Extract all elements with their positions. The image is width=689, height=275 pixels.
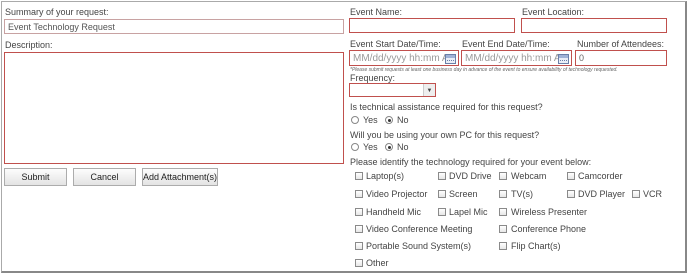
tech-assist-yes-radio[interactable] [351,116,359,124]
own-pc-question: Will you be using your own PC for this r… [350,130,540,140]
checkbox-flip-charts[interactable] [499,242,507,250]
checkbox-video-conference[interactable] [355,225,363,233]
submit-button[interactable]: Submit [4,168,67,186]
checkbox-conference-phone[interactable] [499,225,507,233]
tech-assist-yes-label: Yes [363,115,378,125]
own-pc-yes-radio[interactable] [351,143,359,151]
checkbox-tvs[interactable] [499,190,507,198]
start-datetime-label: Event Start Date/Time: [350,39,441,49]
frequency-label: Frequency: [350,73,396,83]
description-textarea[interactable] [4,52,344,164]
frequency-select[interactable]: ▼ [349,83,436,97]
technology-prompt: Please identify the technology required … [350,157,592,167]
checkbox-other[interactable] [355,259,363,267]
checkbox-webcam[interactable] [499,172,507,180]
start-datetime-input[interactable]: MM/dd/yyyy hh:mm A [349,50,459,66]
cancel-button[interactable]: Cancel [73,168,136,186]
own-pc-yes-label: Yes [363,142,378,152]
checkbox-label: Lapel Mic [449,207,488,217]
checkbox-label: Other [366,258,389,268]
end-datetime-input[interactable]: MM/dd/yyyy hh:mm AM [461,50,572,66]
end-datetime-placeholder: MM/dd/yyyy hh:mm AM [465,53,569,64]
checkbox-label: Flip Chart(s) [511,241,561,251]
checkbox-dvd-player[interactable] [567,190,575,198]
checkbox-video-projector[interactable] [355,190,363,198]
description-label: Description: [5,40,53,50]
checkbox-label: Video Conference Meeting [366,224,473,234]
checkbox-laptops[interactable] [355,172,363,180]
checkbox-vcr[interactable] [632,190,640,198]
attendees-input[interactable]: 0 [575,50,667,66]
checkbox-dvd-drive[interactable] [438,172,446,180]
calendar-icon[interactable] [445,54,456,64]
checkbox-label: Conference Phone [511,224,587,234]
tech-assist-no-label: No [397,115,409,125]
event-name-label: Event Name: [350,7,403,17]
checkbox-label: Handheld Mic [366,207,422,217]
own-pc-no-radio[interactable] [385,143,393,151]
checkbox-label: Laptop(s) [366,171,405,181]
summary-input[interactable]: Event Technology Request [4,19,344,34]
checkbox-handheld-mic[interactable] [355,208,363,216]
checkbox-label: TV(s) [511,189,533,199]
checkbox-label: Video Projector [366,189,428,199]
checkbox-label: Screen [449,189,478,199]
checkbox-camcorder[interactable] [567,172,575,180]
chevron-down-icon[interactable]: ▼ [423,84,435,96]
checkbox-lapel-mic[interactable] [438,208,446,216]
checkbox-label: Webcam [511,171,547,181]
checkbox-label: Camcorder [578,171,623,181]
checkbox-wireless-presenter[interactable] [499,208,507,216]
checkbox-label: Portable Sound System(s) [366,241,472,251]
checkbox-label: Wireless Presenter [511,207,588,217]
add-attachment-button[interactable]: Add Attachment(s) [142,168,218,186]
checkbox-label: DVD Player [578,189,626,199]
checkbox-label: VCR [643,189,663,199]
checkbox-label: DVD Drive [449,171,492,181]
checkbox-screen[interactable] [438,190,446,198]
start-datetime-placeholder: MM/dd/yyyy hh:mm A [353,53,449,64]
attendees-label: Number of Attendees: [577,39,665,49]
calendar-icon[interactable] [558,54,569,64]
event-name-input[interactable] [349,18,515,33]
end-datetime-label: Event End Date/Time: [462,39,550,49]
own-pc-no-label: No [397,142,409,152]
tech-assist-question: Is technical assistance required for thi… [350,102,543,112]
event-location-label: Event Location: [522,7,585,17]
summary-label: Summary of your request: [5,7,109,17]
event-location-input[interactable] [521,18,667,33]
checkbox-portable-sound[interactable] [355,242,363,250]
tech-assist-no-radio[interactable] [385,116,393,124]
